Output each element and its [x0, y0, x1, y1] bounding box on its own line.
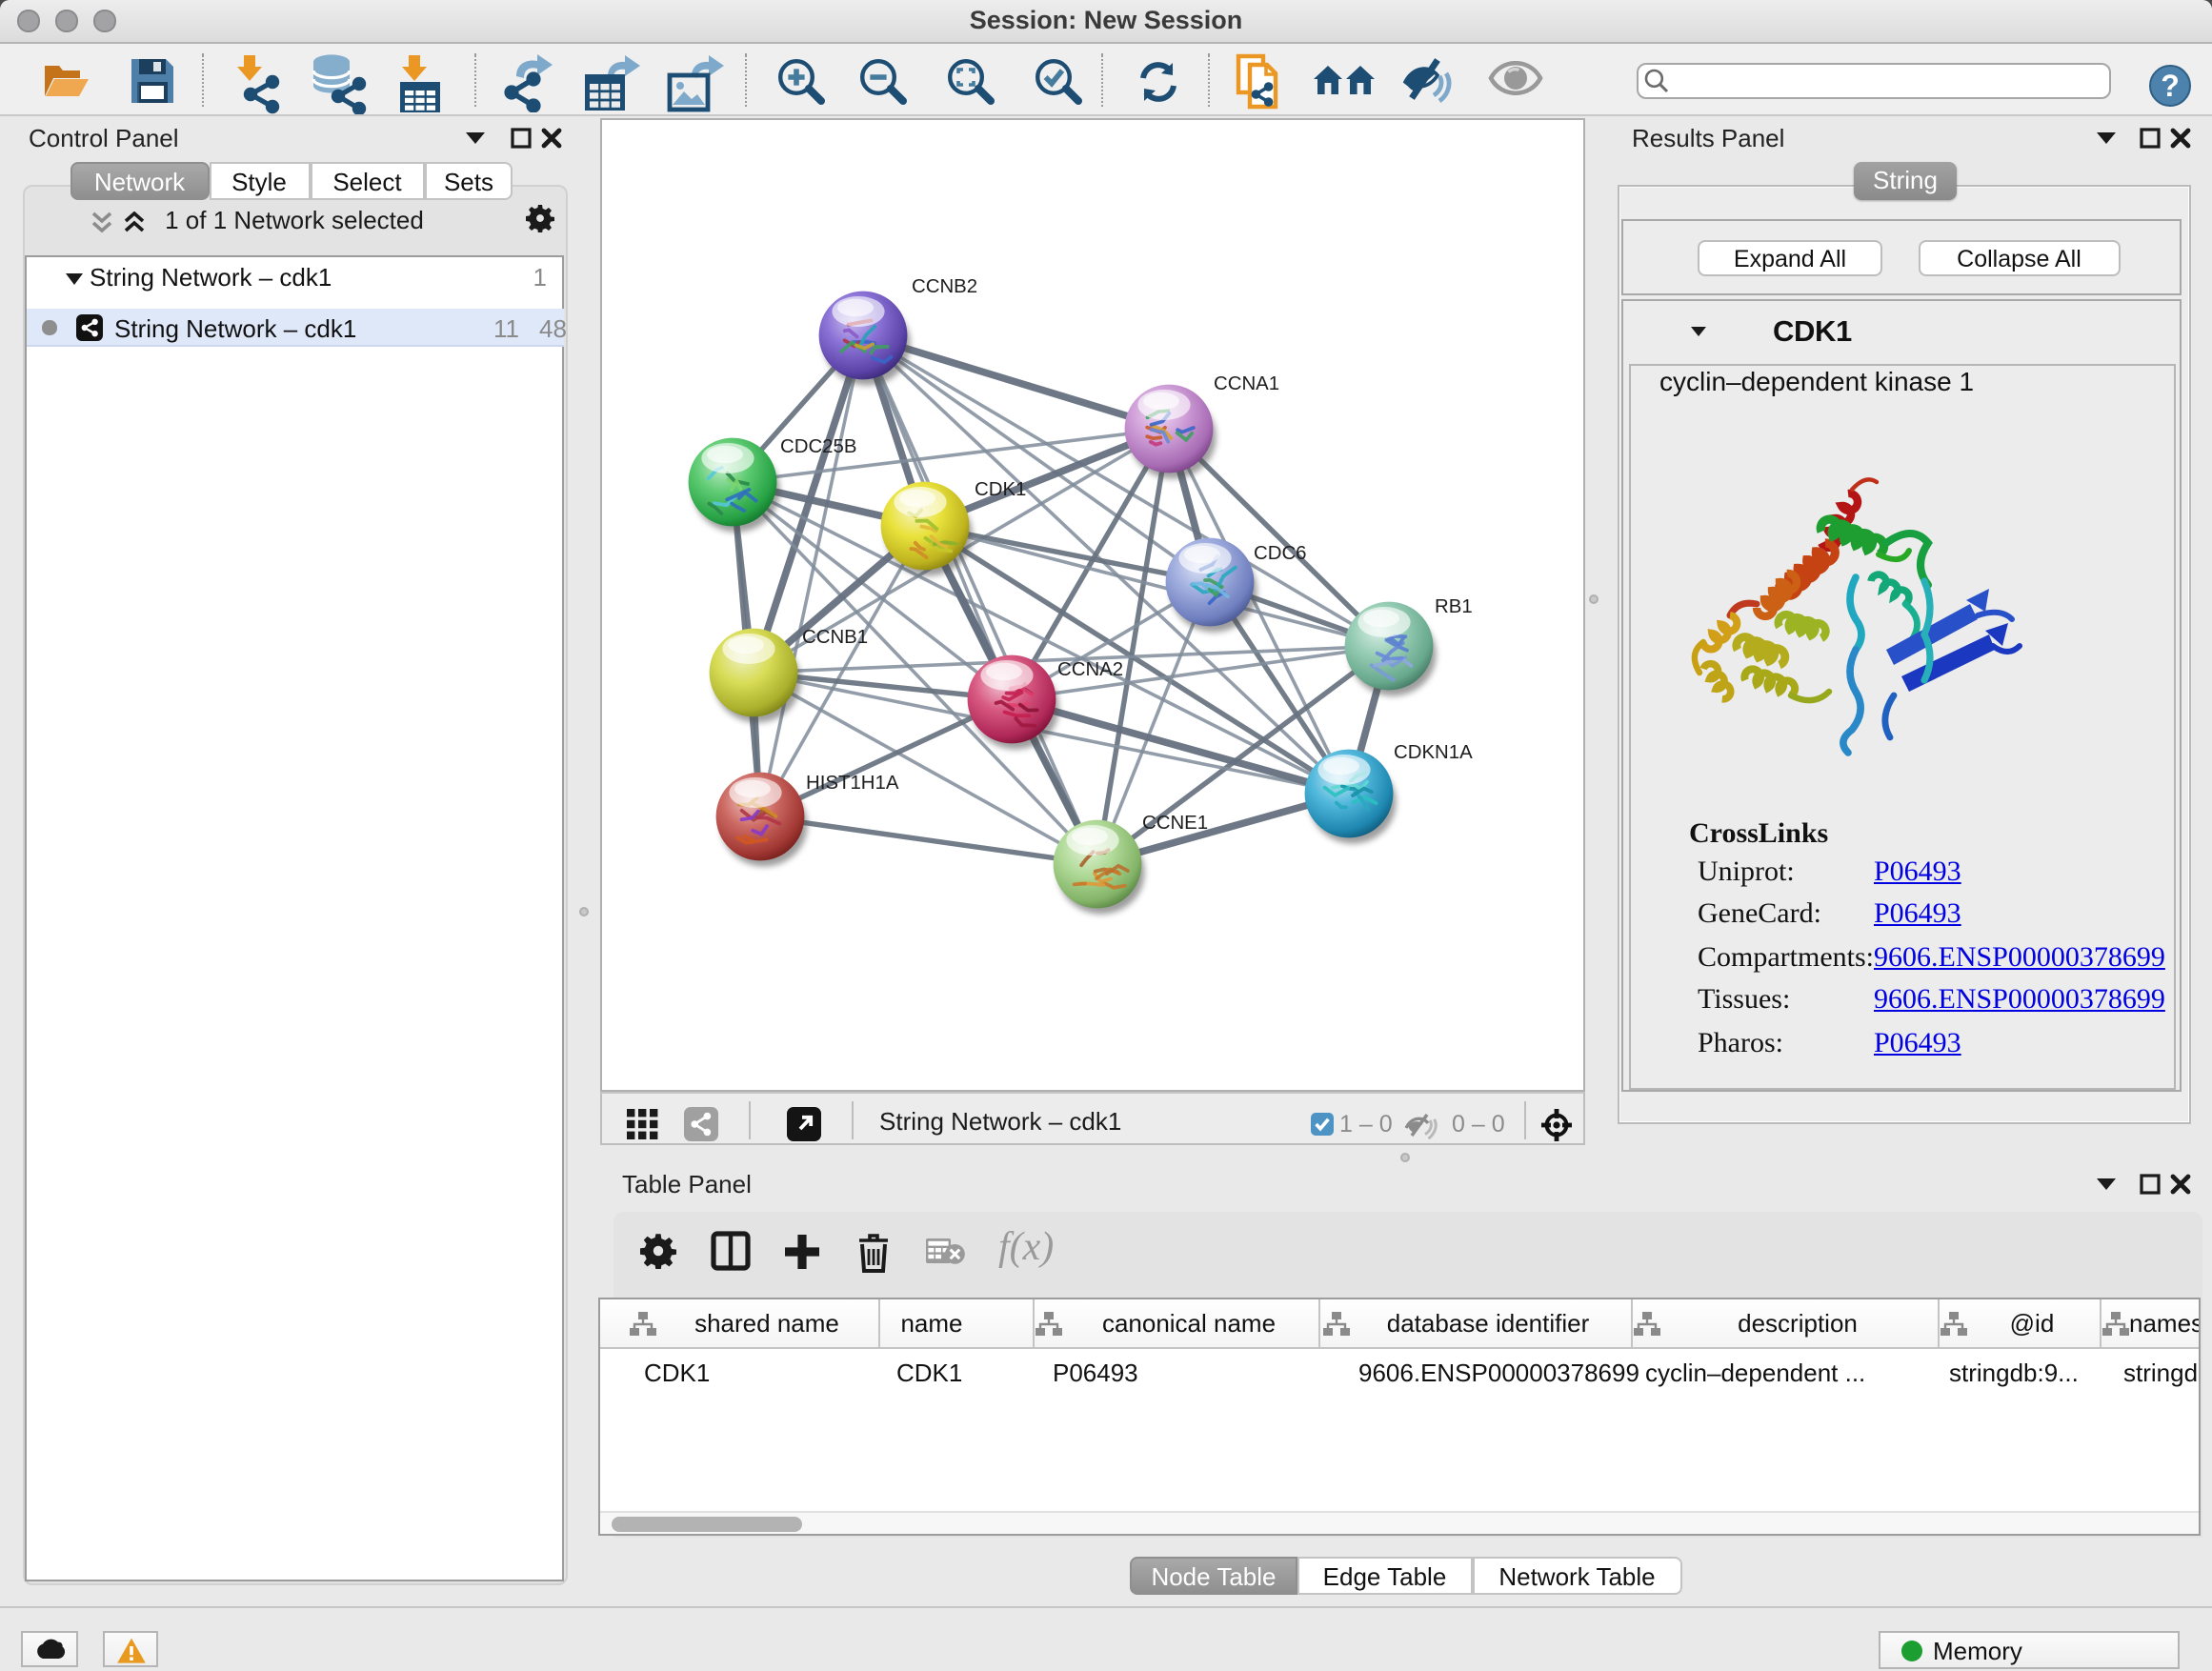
svg-text:CDC25B: CDC25B [780, 435, 856, 456]
svg-text:CDKN1A: CDKN1A [1394, 741, 1473, 762]
svg-text:CCNB1: CCNB1 [802, 626, 868, 647]
svg-text:CDK1: CDK1 [975, 478, 1026, 499]
svg-text:CCNE1: CCNE1 [1142, 812, 1208, 833]
svg-text:HIST1H1A: HIST1H1A [806, 772, 899, 793]
svg-text:CCNA2: CCNA2 [1057, 658, 1123, 679]
svg-text:?: ? [2161, 69, 2180, 103]
svg-text:CDC6: CDC6 [1254, 542, 1307, 563]
svg-text:CCNB2: CCNB2 [912, 275, 977, 296]
svg-text:RB1: RB1 [1435, 595, 1473, 616]
svg-text:CCNA1: CCNA1 [1214, 372, 1279, 393]
